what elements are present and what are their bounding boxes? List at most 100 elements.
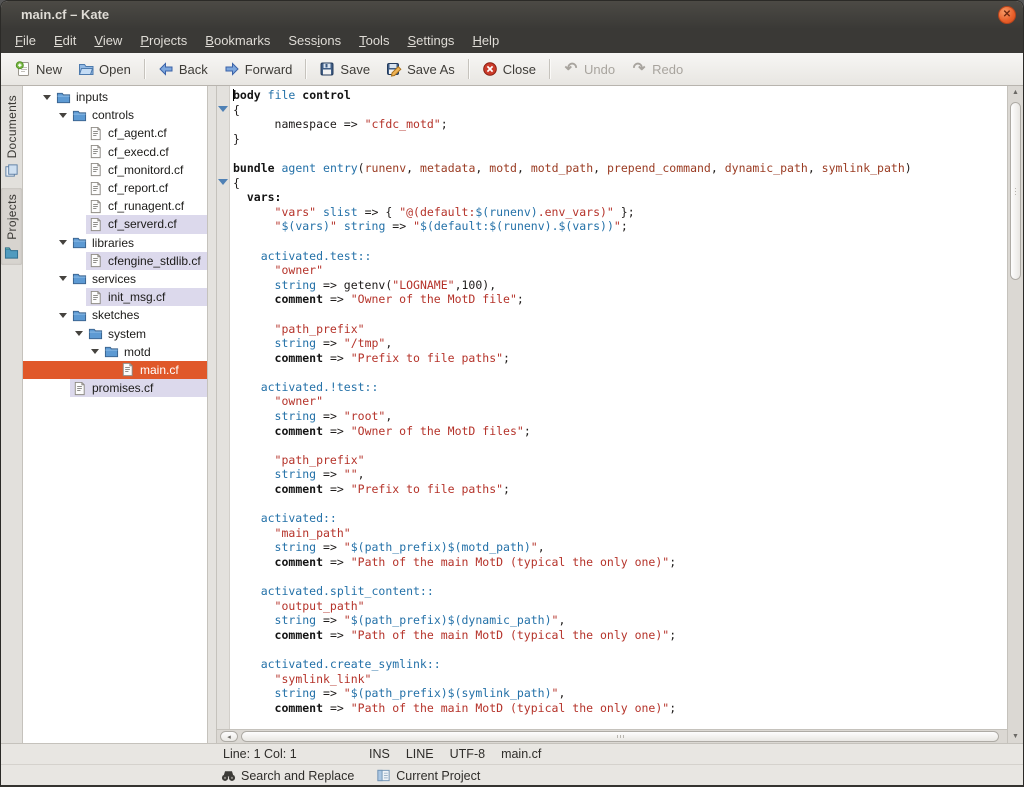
menu-sessions[interactable]: Sessions [279,29,350,53]
sidebar-tab-strip: Documents Projects [1,86,23,743]
scroll-up-icon[interactable]: ▲ [1008,89,1023,96]
tree-item-cf_execd.cf[interactable]: cf_execd.cf [23,143,207,161]
folder-icon [72,271,87,286]
menu-projects[interactable]: Projects [131,29,196,53]
undo-button[interactable]: ↶Undo [555,58,623,80]
menu-file[interactable]: File [6,29,45,53]
tree-item-label: init_msg.cf [108,290,165,304]
search-and-replace-button[interactable]: Search and Replace [221,768,354,783]
undo-icon: ↶ [563,61,579,77]
save-as-button[interactable]: Save As [378,58,463,80]
saveas-icon [386,61,402,77]
back-button[interactable]: Back [150,58,216,80]
tree-item-sketches[interactable]: sketches [23,306,207,324]
sidebar-tab-projects[interactable]: Projects [1,188,22,265]
code-line: activated.split_content:: [233,584,1007,599]
tree-item-system[interactable]: system [23,324,207,342]
scroll-left-icon[interactable]: ◂ [220,731,238,742]
selection-mode[interactable]: LINE [406,747,434,761]
folder-icon [56,90,71,105]
expander-icon[interactable] [91,349,102,354]
fold-marker-icon[interactable] [218,179,228,185]
code-line: "vars" slist => { "@(default:$(runenv).e… [233,205,1007,220]
code-line [233,643,1007,658]
folding-gutter[interactable] [217,86,230,729]
save-button[interactable]: Save [311,58,378,80]
expander-icon[interactable] [59,113,70,118]
vertical-scroll-thumb[interactable] [1010,102,1021,280]
tree-item-label: cf_serverd.cf [108,217,177,231]
code-line: vars: [233,190,1007,205]
encoding[interactable]: UTF-8 [450,747,485,761]
vertical-scrollbar[interactable]: ▲ ▼ [1007,86,1023,743]
expander-icon[interactable] [75,331,86,336]
menu-edit[interactable]: Edit [45,29,85,53]
code-editor[interactable]: body file control{ namespace => "cfdc_mo… [230,86,1007,729]
window-close-icon[interactable]: ✕ [998,6,1016,24]
code-line: activated.!test:: [233,380,1007,395]
menu-help[interactable]: Help [463,29,508,53]
scroll-grip [620,735,621,738]
open-button[interactable]: Open [70,58,139,80]
insert-mode[interactable]: INS [369,747,390,761]
tree-item-cf_agent.cf[interactable]: cf_agent.cf [23,124,207,142]
status-filename: main.cf [501,747,541,761]
code-line: string => getenv("LOGNAME",100), [233,278,1007,293]
code-line: bundle agent entry(runenv, metadata, mot… [233,161,1007,176]
file-icon [88,126,103,141]
file-icon [88,144,103,159]
code-line: string => "/tmp", [233,336,1007,351]
expander-icon[interactable] [59,276,70,281]
folder-icon [72,108,87,123]
menu-settings[interactable]: Settings [398,29,463,53]
forward-button[interactable]: Forward [216,58,301,80]
current-project-button[interactable]: Current Project [376,768,480,783]
horizontal-scrollbar[interactable]: ◂ [217,729,1007,743]
menu-view[interactable]: View [85,29,131,53]
tree-item-main.cf[interactable]: main.cf [23,361,207,379]
code-line: body file control [233,88,1007,103]
fold-marker-icon[interactable] [218,106,228,112]
code-line: comment => "Path of the main MotD (typic… [233,701,1007,716]
bottom-toolview-bar: Search and Replace Current Project [1,764,1023,786]
tree-item-cf_monitord.cf[interactable]: cf_monitord.cf [23,161,207,179]
menu-tools[interactable]: Tools [350,29,398,53]
close-button[interactable]: Close [474,58,544,80]
binoculars-icon [221,768,236,783]
tree-item-promises.cf[interactable]: promises.cf [23,379,207,397]
toolbar-separator [549,59,550,79]
expander-icon[interactable] [59,240,70,245]
tree-item-cf_runagent.cf[interactable]: cf_runagent.cf [23,197,207,215]
new-button[interactable]: New [7,58,70,80]
panel-splitter[interactable] [208,86,216,743]
project-icon [376,768,391,783]
documents-icon [4,163,19,178]
tree-item-inputs[interactable]: inputs [23,88,207,106]
file-icon [88,290,103,305]
tree-item-init_msg.cf[interactable]: init_msg.cf [23,288,207,306]
horizontal-scroll-thumb[interactable] [241,731,999,742]
project-file-tree[interactable]: inputscontrolscf_agent.cfcf_execd.cfcf_m… [23,86,208,743]
tree-item-motd[interactable]: motd [23,343,207,361]
tree-item-services[interactable]: services [23,270,207,288]
code-line: activated.test:: [233,249,1007,264]
tree-item-libraries[interactable]: libraries [23,234,207,252]
redo-button[interactable]: ↷Redo [623,58,691,80]
expander-icon[interactable] [59,313,70,318]
tree-item-controls[interactable]: controls [23,106,207,124]
title-bar[interactable]: main.cf – Kate ✕ [1,1,1023,29]
code-line: "owner" [233,263,1007,278]
code-line: comment => "Prefix to file paths"; [233,351,1007,366]
menu-bookmarks[interactable]: Bookmarks [196,29,279,53]
tree-item-label: main.cf [140,363,179,377]
tree-item-cfengine_stdlib.cf[interactable]: cfengine_stdlib.cf [23,252,207,270]
tree-item-cf_serverd.cf[interactable]: cf_serverd.cf [23,215,207,233]
sidebar-tab-documents[interactable]: Documents [1,89,22,183]
tree-item-label: cf_runagent.cf [108,199,184,213]
close-icon [482,61,498,77]
tree-item-cf_report.cf[interactable]: cf_report.cf [23,179,207,197]
scroll-down-icon[interactable]: ▼ [1008,733,1023,740]
expander-icon[interactable] [43,95,54,100]
sidebar-tab-label: Projects [5,194,19,240]
tree-item-content: main.cf [118,361,207,379]
